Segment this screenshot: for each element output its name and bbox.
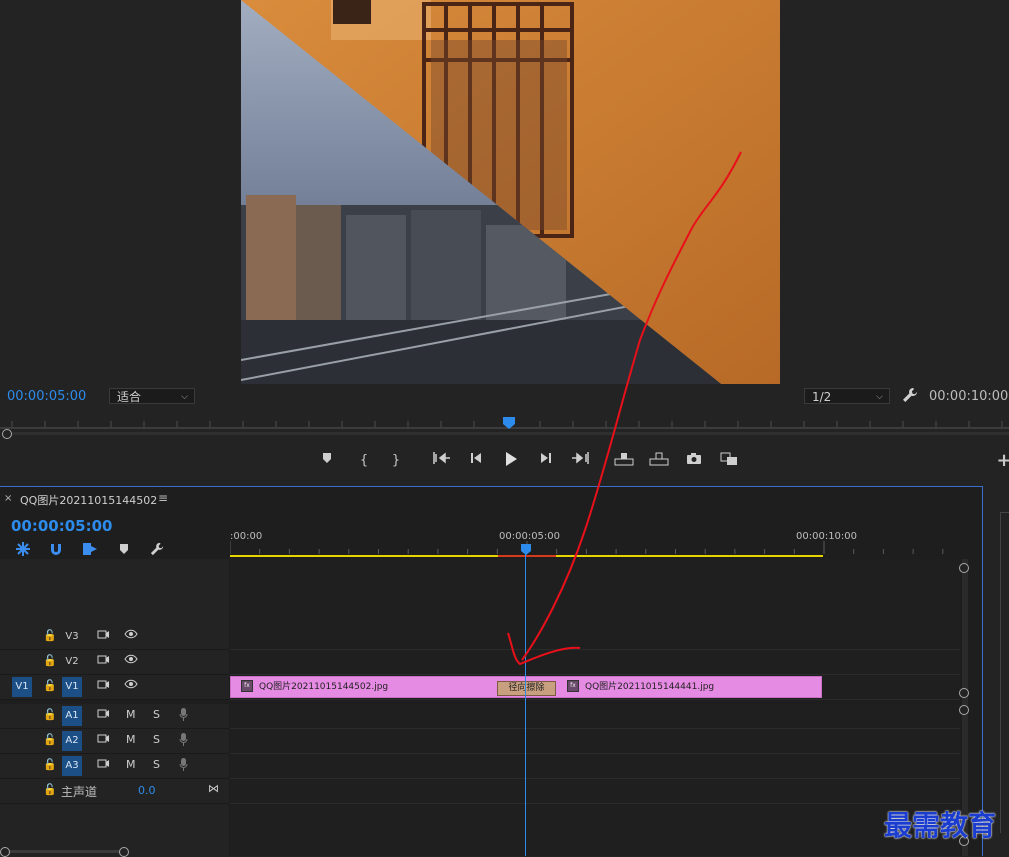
watermark-logo: 最需教育 — [884, 809, 997, 842]
red-arrow-annotation — [507, 151, 742, 666]
